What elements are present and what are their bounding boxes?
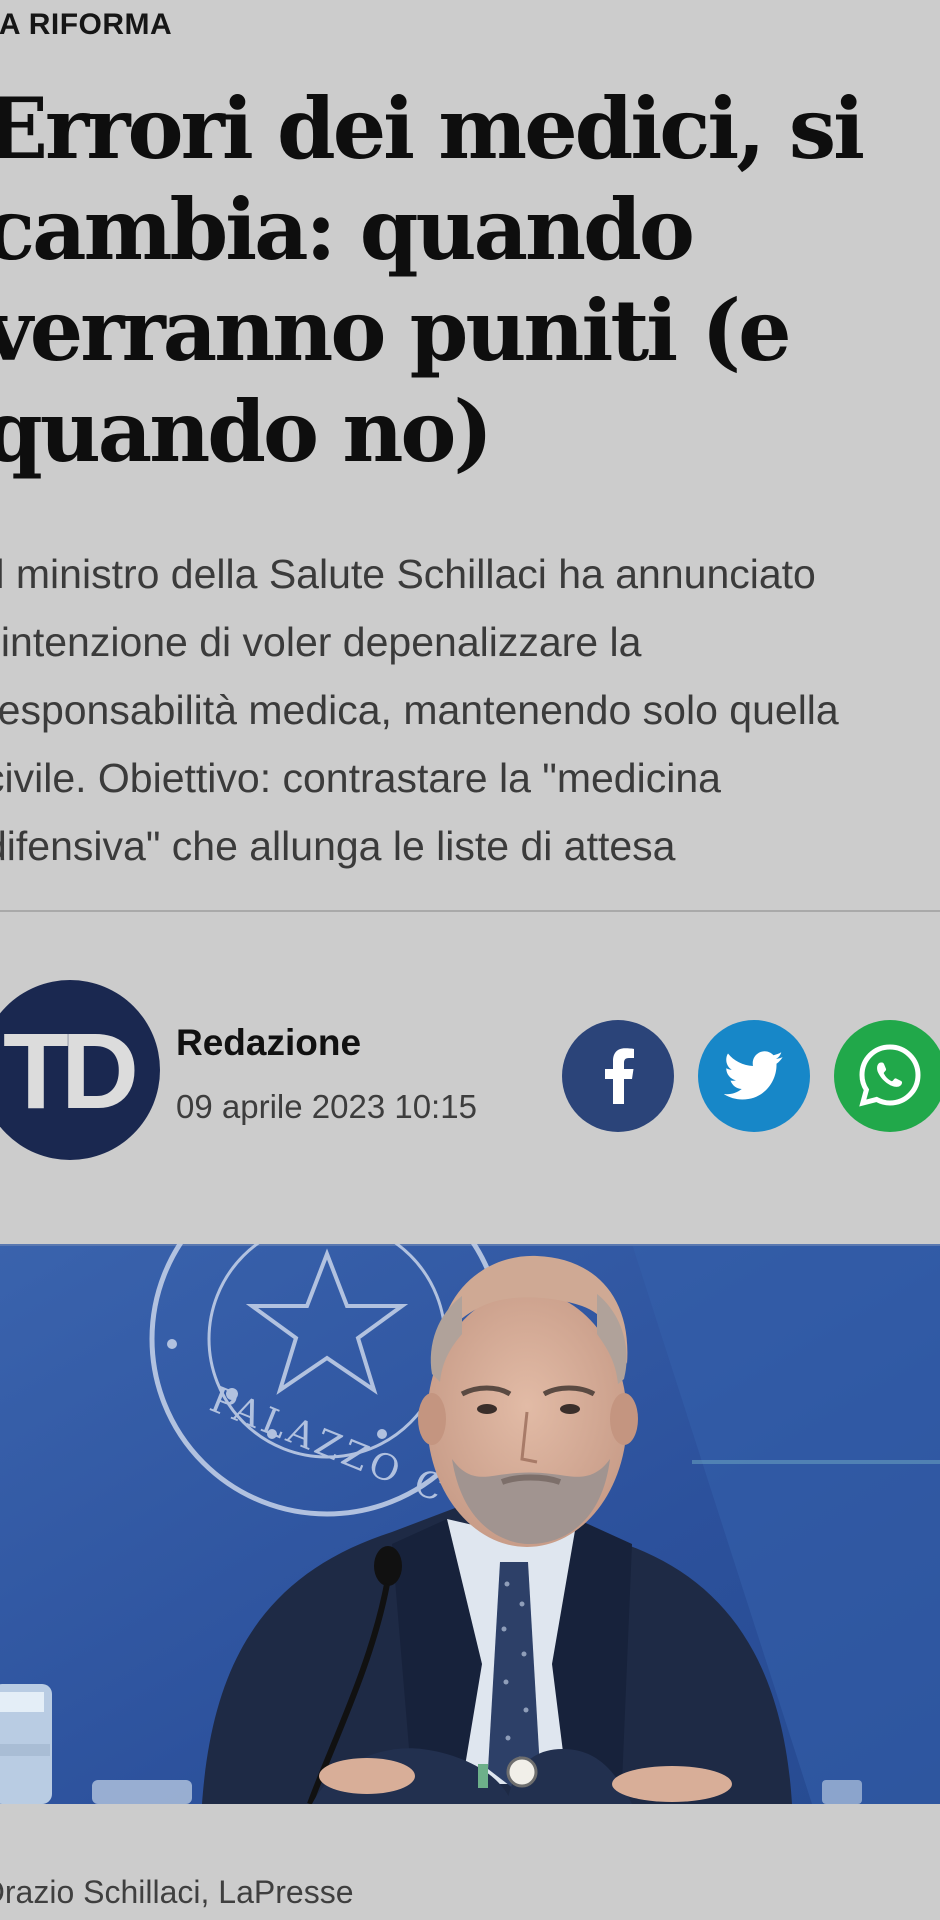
- headline-line: cambia: quando: [0, 180, 695, 279]
- article-photo-illustration: PALAZZO C: [0, 1244, 940, 1804]
- photo-caption: Orazio Schillaci, LaPresse: [0, 1874, 354, 1910]
- summary-line: responsabilità medica, mantenendo solo q…: [0, 687, 839, 733]
- twitter-icon: [724, 1051, 783, 1100]
- section-kicker[interactable]: LA RIFORMA: [0, 8, 172, 42]
- facebook-icon: [605, 1048, 634, 1104]
- headline-line: Errori dei medici, si: [0, 79, 865, 178]
- article-page: LA RIFORMA Errori dei medici, si cambia:…: [0, 0, 940, 1920]
- divider: [0, 910, 940, 912]
- article-summary: Il ministro della Salute Schillaci ha an…: [0, 540, 940, 880]
- share-twitter-button[interactable]: [698, 1020, 810, 1132]
- avatar-initials: TD: [3, 1009, 139, 1131]
- publish-date: 09 aprile 2023 10:15: [176, 1088, 477, 1125]
- article-photo[interactable]: PALAZZO C: [0, 1244, 940, 1804]
- water-bottle: [0, 1684, 52, 1804]
- share-facebook-button[interactable]: [562, 1020, 674, 1132]
- headline-line: quando no): [0, 382, 493, 481]
- share-whatsapp-button[interactable]: [834, 1020, 940, 1132]
- author-name[interactable]: Redazione: [176, 1022, 361, 1064]
- headline-line: verranno puniti (e: [0, 281, 792, 380]
- summary-line: Il ministro della Salute Schillaci ha an…: [0, 551, 816, 597]
- summary-line: civile. Obiettivo: contrastare la "medic…: [0, 755, 721, 801]
- whatsapp-icon: [859, 1044, 921, 1107]
- summary-line: difensiva" che allunga le liste di attes…: [0, 823, 676, 869]
- author-avatar[interactable]: TD: [0, 980, 160, 1160]
- summary-line: l'intenzione di voler depenalizzare la: [0, 619, 642, 665]
- article-headline: Errori dei medici, si cambia: quando ver…: [0, 78, 914, 482]
